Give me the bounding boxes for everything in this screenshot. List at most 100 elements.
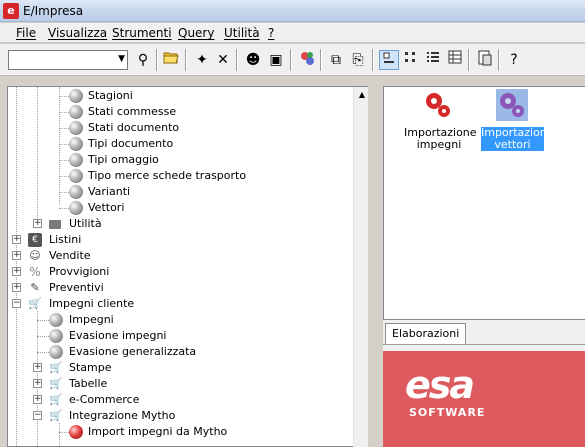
tree-item[interactable]: Tipi documento [8,136,348,152]
elaborazione-item[interactable]: Importazione impegni [404,127,477,151]
esa-software-logo: esa SOFTWARE [383,351,585,447]
tree-item[interactable]: + Utilità [8,216,348,232]
red-gears-icon[interactable] [422,89,454,121]
tree-item-label: Vettori [88,201,125,214]
sphere-icon [69,153,83,167]
title-bar: e E/Impresa [0,0,585,22]
tree-item[interactable]: + € Listini [8,232,348,248]
tree-item[interactable]: Stagioni [8,88,348,104]
tree-item[interactable]: Vettori [8,200,348,216]
expand-icon[interactable]: + [12,235,21,244]
sphere-icon [69,137,83,151]
purple-gears-icon[interactable] [496,89,528,121]
tree-item[interactable]: Tipo merce schede trasporto [8,168,348,184]
expand-icon[interactable]: + [12,267,21,276]
sphere-icon [49,345,63,359]
menu-file[interactable]: File [16,26,36,40]
expand-icon[interactable]: + [12,251,21,260]
pane-splitter[interactable] [368,76,382,447]
tree-item[interactable]: − 🛒 Integrazione Mytho [8,408,348,424]
quote-icon: ✎ [30,281,40,294]
tree-item-label: Import impegni da Mytho [88,425,228,438]
tree-item-label: Varianti [88,185,131,198]
expand-icon[interactable]: + [33,363,42,372]
sphere-icon [49,313,63,327]
new-item-icon[interactable]: ✦ [192,50,212,70]
tree-item[interactable]: Tipi omaggio [8,152,348,168]
tree-item[interactable]: + ✎ Preventivi [8,280,348,296]
app-icon[interactable]: e [3,3,19,19]
logo-pane: esa SOFTWARE [383,344,585,447]
menu-query[interactable]: Query [178,26,214,40]
commission-icon: % [29,265,41,279]
elaborazioni-panel[interactable]: Importazione impegni Importazione vettor… [383,86,585,320]
expand-icon[interactable]: + [33,219,42,228]
tree-item-label: Evasione generalizzata [69,345,197,358]
chevron-down-icon[interactable]: ▼ [118,54,125,64]
tree-item-label: Integrazione Mytho [69,409,176,422]
tree-item[interactable]: + ☺ Vendite [8,248,348,264]
properties-icon[interactable] [475,50,495,70]
tree-item[interactable]: Evasione generalizzata [8,344,348,360]
copy-icon[interactable]: ⧉ [326,50,346,70]
list-view-icon[interactable] [423,50,443,70]
expand-icon[interactable]: + [33,379,42,388]
toolbar-separator [185,49,187,71]
small-icons-view-icon[interactable] [401,50,421,70]
tree-connector [37,352,49,353]
sphere-icon [69,169,83,183]
tree-connector [59,176,69,177]
item-label-line2: impegni [416,138,462,151]
binoculars-icon[interactable]: ⚲ [133,50,153,70]
tree-item-label: Stampe [69,361,112,374]
tree-item[interactable]: Stati commesse [8,104,348,120]
search-combo[interactable]: ▼ [8,50,128,70]
menu-help[interactable]: ? [268,26,274,40]
open-folder-icon[interactable] [161,50,181,70]
toolbar-separator [236,49,238,71]
tab-elaborazioni[interactable]: Elaborazioni [385,323,467,344]
tree-item-label: Tipo merce schede trasporto [88,169,247,182]
delete-icon[interactable]: ✕ [213,50,233,70]
elaborazione-item-selected[interactable]: Importazione vettori [481,127,554,151]
tree-item[interactable]: Impegni [8,312,348,328]
tab-bar: Elaborazioni [383,320,585,344]
expand-icon[interactable]: + [12,283,21,292]
tree-item[interactable]: Stati documento [8,120,348,136]
move-icon[interactable]: ⎘ [348,50,368,70]
tree-item-label: Impegni [69,313,114,326]
tree-item[interactable]: + 🛒 Stampe [8,360,348,376]
tree-scrollbar[interactable]: ▲ [353,87,369,447]
tree-item[interactable]: Import impegni da Mytho [8,424,348,440]
details-view-icon[interactable] [445,50,465,70]
expand-icon[interactable]: + [33,395,42,404]
gears-icon[interactable] [297,50,317,70]
tree-item[interactable]: + 🛒 Tabelle [8,376,348,392]
collapse-icon[interactable]: − [33,411,42,420]
tree-item[interactable]: Varianti [8,184,348,200]
tree-item[interactable]: − 🛒 Impegni cliente [8,296,348,312]
menu-utilita[interactable]: Utilità [224,26,260,40]
window-title: E/Impresa [23,4,84,18]
large-icons-view-icon[interactable] [379,50,399,70]
price-list-icon: € [28,233,42,247]
menu-visualizza[interactable]: Visualizza [48,26,107,40]
tree-item[interactable]: Evasione impegni [8,328,348,344]
sphere-icon [69,185,83,199]
tree-item-label: Provvigioni [49,265,110,278]
tree-item-label: Vendite [49,249,91,262]
tree-connector [59,432,69,433]
tree-item[interactable]: + 🛒 e-Commerce [8,392,348,408]
tree-item-label: Stati documento [88,121,180,134]
users-icon[interactable]: ☻ [243,50,263,70]
help-icon[interactable]: ? [504,50,524,70]
tree-item-label: e-Commerce [69,393,140,406]
menu-strumenti[interactable]: Strumenti [112,26,172,40]
user-card-icon[interactable]: ▣ [266,50,286,70]
tree-connector [59,144,69,145]
tree-view[interactable]: Stagioni Stati commesse Stati documento … [7,86,369,447]
cart-icon: 🛒 [49,377,63,390]
tree-item[interactable]: + % Provvigioni [8,264,348,280]
tree-connector [59,160,69,161]
collapse-icon[interactable]: − [12,299,21,308]
